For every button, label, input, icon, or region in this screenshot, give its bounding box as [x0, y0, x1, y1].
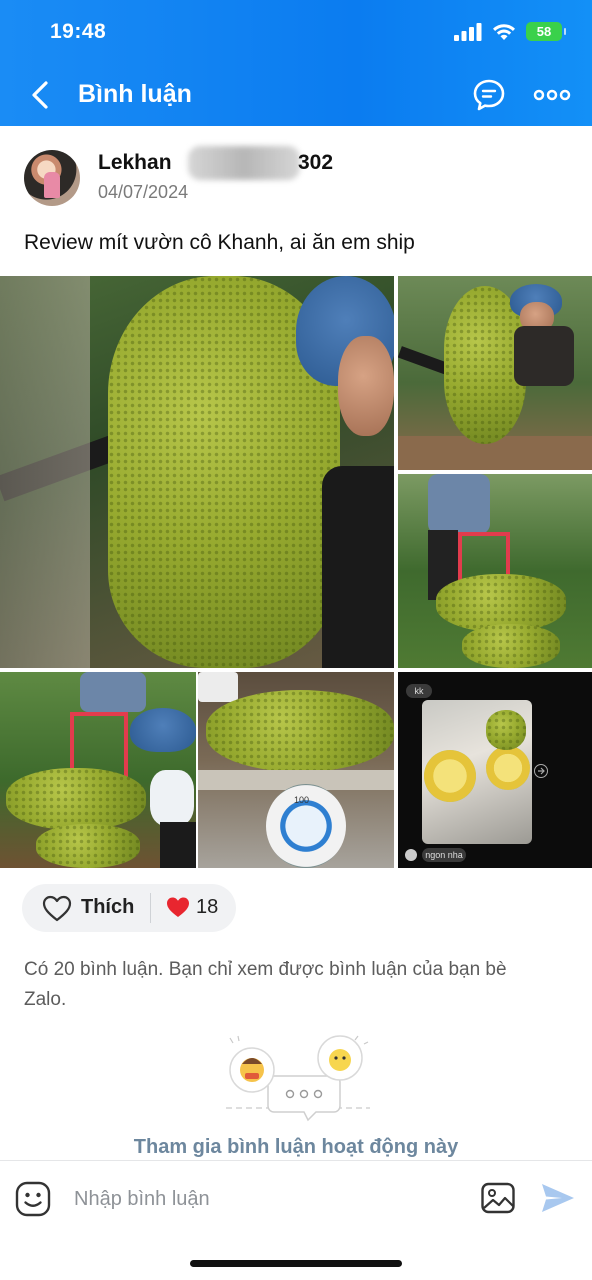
chat-avatar: [405, 849, 417, 861]
battery-level: 58: [536, 24, 552, 39]
page-title: Bình luận: [78, 80, 192, 108]
chat-message-bottom: ngon nha: [422, 848, 466, 862]
send-icon[interactable]: [540, 1182, 576, 1214]
chat-photo: [422, 700, 532, 844]
avatar[interactable]: [24, 150, 80, 206]
status-icons: 58: [454, 22, 566, 41]
battery-indicator: 58: [526, 22, 566, 41]
scale-reading: 100: [294, 795, 310, 805]
status-time: 19:48: [50, 20, 107, 43]
join-comment-prompt[interactable]: Tham gia bình luận hoạt động này: [0, 1136, 592, 1159]
post-photo-6[interactable]: kk ngon nha: [398, 672, 592, 868]
sticker-icon[interactable]: [14, 1180, 52, 1218]
comment-count-note: Có 20 bình luận. Bạn chỉ xem được bình l…: [24, 959, 507, 1010]
signal-icon: [454, 22, 482, 41]
chat-message-top: kk: [406, 684, 432, 698]
post-photo-5[interactable]: 100: [198, 672, 394, 868]
author-name-suffix[interactable]: 302: [298, 151, 333, 175]
post-photo-3[interactable]: [398, 474, 592, 668]
reaction-divider: [150, 893, 151, 923]
image-icon[interactable]: [480, 1181, 516, 1215]
author-name[interactable]: Lekhan: [98, 151, 172, 175]
back-chevron-icon[interactable]: [26, 78, 56, 112]
post-photo-2[interactable]: [398, 276, 592, 470]
wifi-icon: [493, 23, 515, 40]
post-photo-1[interactable]: [0, 276, 394, 668]
author-name-redacted: [188, 146, 300, 180]
more-icon[interactable]: [532, 84, 572, 106]
chat-icon[interactable]: [472, 78, 506, 112]
post-caption: Review mít vườn cô Khanh, ai ăn em ship: [24, 231, 415, 254]
heart-outline-icon[interactable]: [42, 895, 72, 922]
post-photo-4[interactable]: [0, 672, 196, 868]
post-date: 04/07/2024: [98, 182, 189, 202]
comment-input[interactable]: [66, 1180, 466, 1218]
comment-illustration: [226, 1035, 370, 1122]
home-indicator: [190, 1260, 402, 1267]
share-icon: [534, 764, 548, 778]
like-label[interactable]: Thích: [81, 896, 134, 919]
app-header: 19:48 58 Bình luận: [0, 0, 592, 126]
heart-filled-icon[interactable]: [166, 896, 190, 918]
reaction-count[interactable]: 18: [196, 896, 218, 919]
